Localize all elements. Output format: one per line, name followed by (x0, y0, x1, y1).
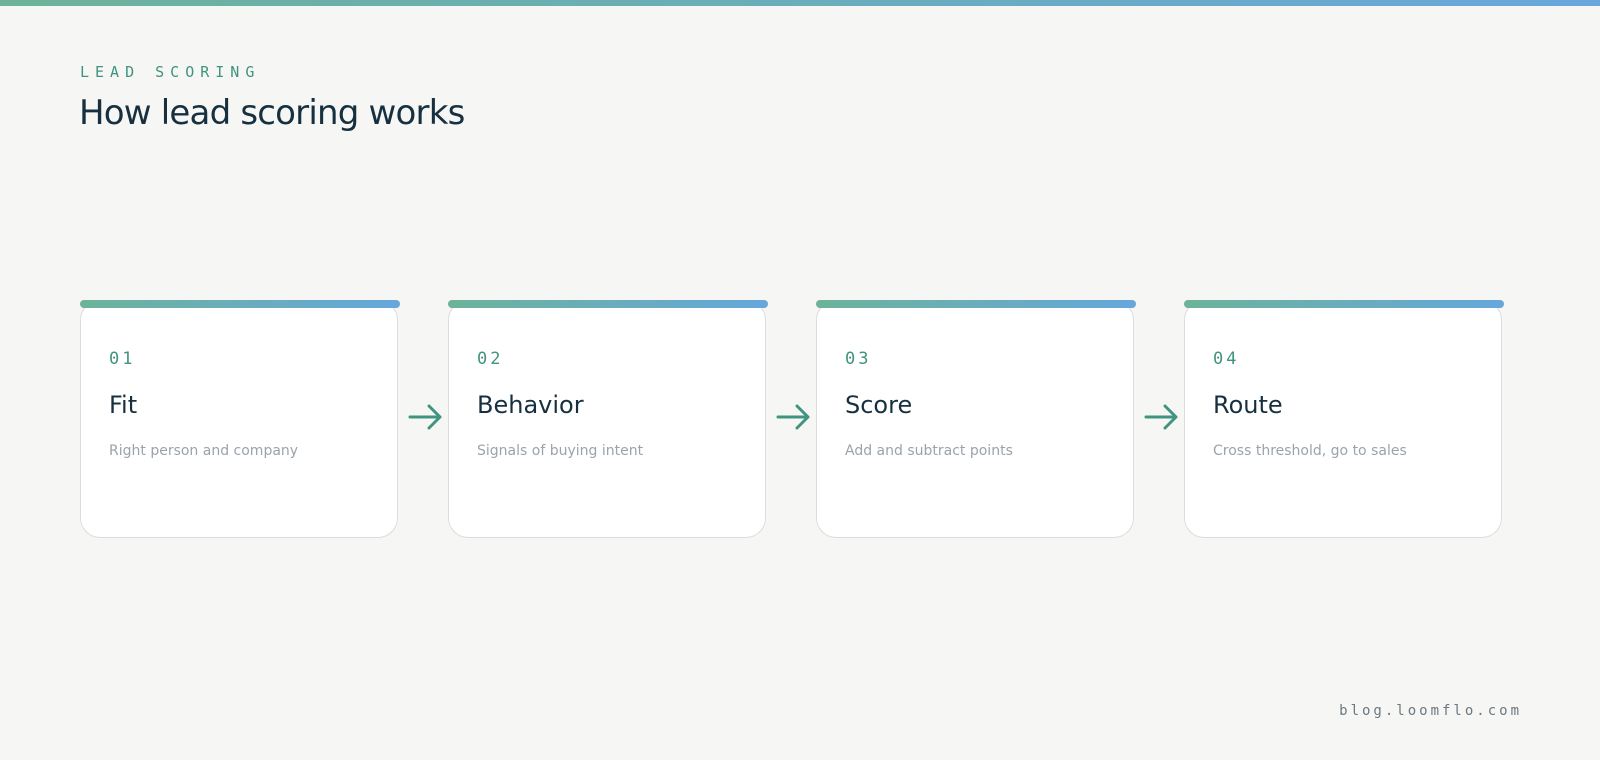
step-title: Fit (109, 391, 138, 419)
page-title: How lead scoring works (79, 93, 465, 133)
step-number: 01 (109, 349, 136, 369)
step-number: 02 (477, 349, 504, 369)
step-card-fit: 01 Fit Right person and company (80, 300, 398, 538)
step-description: Right person and company (109, 443, 299, 459)
step-card-behavior: 02 Behavior Signals of buying intent (448, 300, 766, 538)
step-title: Route (1213, 391, 1283, 419)
step-card-score: 03 Score Add and subtract points (816, 300, 1134, 538)
section-eyebrow: LEAD SCORING (80, 63, 261, 81)
step-number: 03 (845, 349, 872, 369)
step-accent-bar (1184, 300, 1504, 308)
step-accent-bar (816, 300, 1136, 308)
step-description: Add and subtract points (845, 443, 1013, 459)
footer-site-url: blog.loomflo.com (1339, 703, 1522, 719)
arrow-right-icon (1144, 404, 1178, 430)
step-description: Signals of buying intent (477, 443, 644, 459)
step-description: Cross threshold, go to sales (1213, 443, 1407, 459)
arrow-right-icon (408, 404, 442, 430)
step-title: Behavior (477, 391, 584, 419)
step-title: Score (845, 391, 913, 419)
top-gradient-bar (0, 0, 1600, 6)
step-number: 04 (1213, 349, 1240, 369)
step-accent-bar (80, 300, 400, 308)
arrow-right-icon (776, 404, 810, 430)
step-card-route: 04 Route Cross threshold, go to sales (1184, 300, 1502, 538)
step-accent-bar (448, 300, 768, 308)
